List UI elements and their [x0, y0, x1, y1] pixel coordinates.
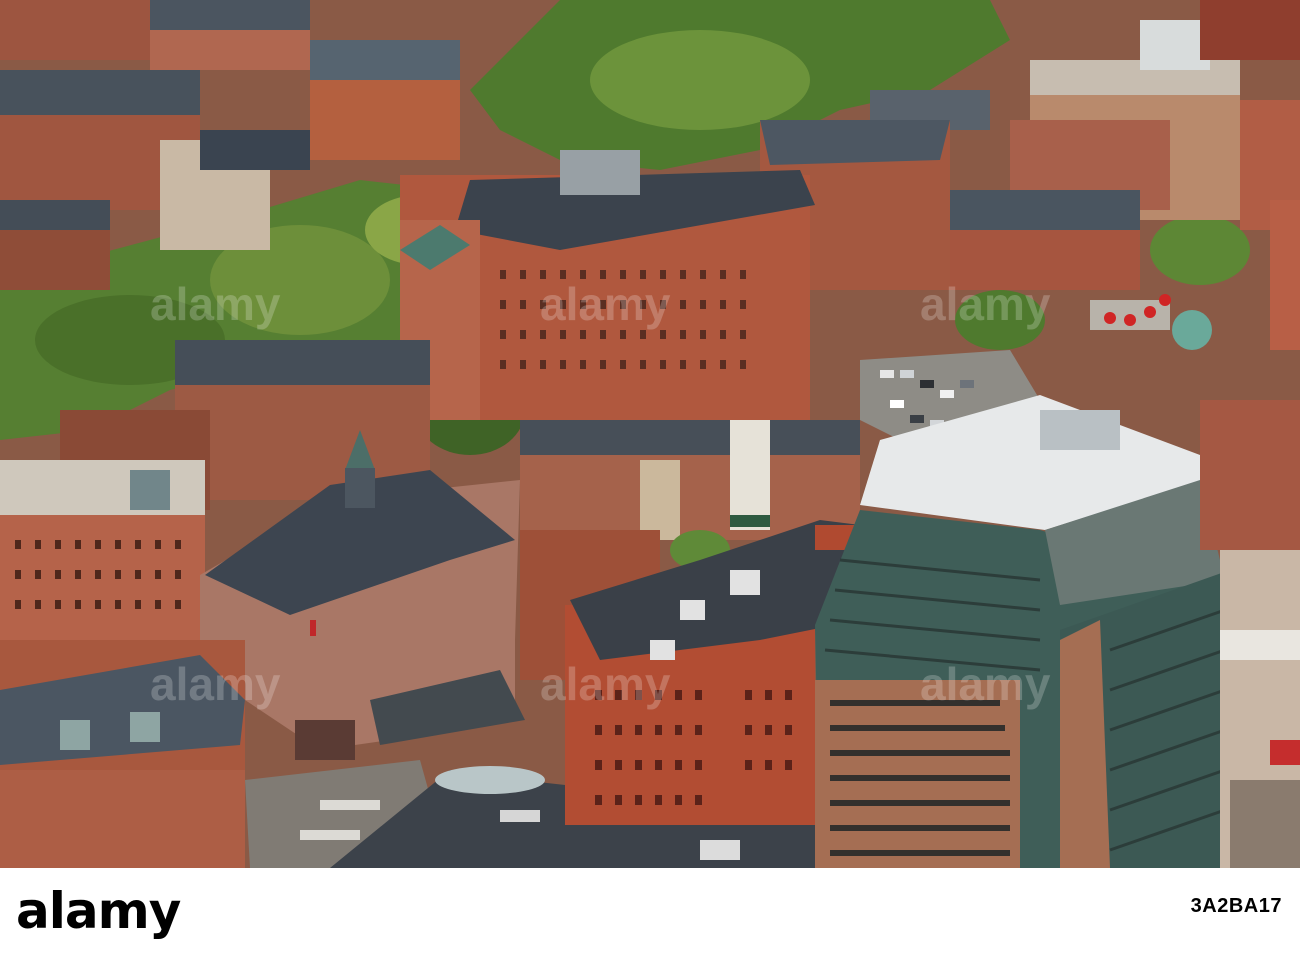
watermark-footer: alamy 3A2BA17	[0, 868, 1300, 956]
svg-text:alamy: alamy	[150, 658, 281, 710]
aerial-city-scene: alamy alamy alamy alamy alamy alamy	[0, 0, 1300, 868]
svg-text:alamy: alamy	[150, 278, 281, 330]
logo-text: alamy	[16, 882, 181, 940]
svg-text:alamy: alamy	[920, 658, 1051, 710]
svg-text:alamy: alamy	[540, 658, 671, 710]
svg-text:alamy: alamy	[540, 278, 671, 330]
svg-text:alamy: alamy	[920, 278, 1051, 330]
alamy-logo: alamy	[16, 882, 181, 940]
aerial-photo: alamy alamy alamy alamy alamy alamy	[0, 0, 1300, 868]
image-id-label: 3A2BA17	[1190, 895, 1282, 917]
